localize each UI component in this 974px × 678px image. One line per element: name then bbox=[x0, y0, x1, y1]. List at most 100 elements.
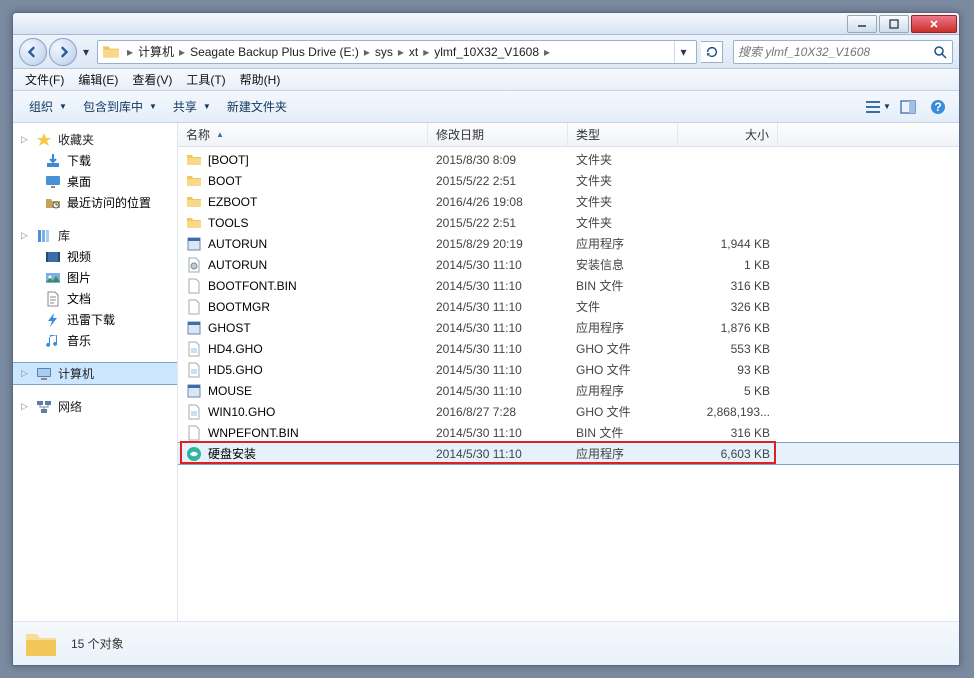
file-size: 2,868,193... bbox=[678, 405, 778, 419]
sidebar-item-pictures[interactable]: 图片 bbox=[13, 267, 177, 288]
file-name: BOOT bbox=[208, 174, 242, 188]
file-type: 应用程序 bbox=[568, 319, 678, 336]
title-bar[interactable] bbox=[13, 13, 959, 35]
file-row[interactable]: BOOT2015/5/22 2:51文件夹 bbox=[178, 170, 959, 191]
file-date: 2016/4/26 19:08 bbox=[428, 195, 568, 209]
back-button[interactable] bbox=[19, 38, 47, 66]
file-row[interactable]: WIN10.GHO2016/8/27 7:28GHO 文件2,868,193..… bbox=[178, 401, 959, 422]
file-type: GHO 文件 bbox=[568, 340, 678, 357]
column-headers: 名称▲ 修改日期 类型 大小 bbox=[178, 123, 959, 147]
refresh-button[interactable] bbox=[701, 41, 723, 63]
history-dropdown-icon[interactable]: ▾ bbox=[79, 41, 93, 63]
file-size: 326 KB bbox=[678, 300, 778, 314]
file-icon bbox=[186, 383, 202, 399]
file-name: 硬盘安装 bbox=[208, 445, 256, 462]
address-dropdown-icon[interactable]: ▾ bbox=[674, 41, 692, 63]
file-row[interactable]: [BOOT]2015/8/30 8:09文件夹 bbox=[178, 149, 959, 170]
file-type: GHO 文件 bbox=[568, 403, 678, 420]
file-type: 应用程序 bbox=[568, 382, 678, 399]
file-type: 文件 bbox=[568, 298, 678, 315]
file-type: 文件夹 bbox=[568, 172, 678, 189]
computer-icon bbox=[36, 366, 52, 382]
video-icon bbox=[45, 249, 61, 265]
file-icon bbox=[186, 404, 202, 420]
breadcrumb-item[interactable]: Seagate Backup Plus Drive (E:) bbox=[188, 45, 361, 59]
column-date[interactable]: 修改日期 bbox=[428, 123, 568, 146]
address-bar[interactable]: ▸ 计算机 ▸ Seagate Backup Plus Drive (E:) ▸… bbox=[97, 40, 697, 64]
file-row[interactable]: 硬盘安装2014/5/30 11:10应用程序6,603 KB bbox=[178, 443, 959, 464]
sidebar-group-libraries[interactable]: ▷ 库 bbox=[13, 225, 177, 246]
sidebar-item-downloads[interactable]: 下载 bbox=[13, 150, 177, 171]
breadcrumb-item[interactable]: ylmf_10X32_V1608 bbox=[432, 45, 541, 59]
file-date: 2014/5/30 11:10 bbox=[428, 300, 568, 314]
menu-view[interactable]: 查看(V) bbox=[126, 69, 178, 90]
file-row[interactable]: TOOLS2015/5/22 2:51文件夹 bbox=[178, 212, 959, 233]
collapse-icon: ▷ bbox=[21, 134, 30, 145]
nav-bar: ▾ ▸ 计算机 ▸ Seagate Backup Plus Drive (E:)… bbox=[13, 35, 959, 69]
menu-bar: 文件(F) 编辑(E) 查看(V) 工具(T) 帮助(H) bbox=[13, 69, 959, 91]
chevron-right-icon[interactable]: ▸ bbox=[176, 45, 188, 59]
breadcrumb-item[interactable]: 计算机 bbox=[136, 43, 176, 60]
chevron-right-icon[interactable]: ▸ bbox=[395, 45, 407, 59]
breadcrumb-item[interactable]: xt bbox=[407, 45, 420, 59]
close-button[interactable] bbox=[911, 15, 957, 33]
column-name[interactable]: 名称▲ bbox=[178, 123, 428, 146]
sidebar-item-label: 最近访问的位置 bbox=[67, 194, 151, 211]
file-row[interactable]: HD4.GHO2014/5/30 11:10GHO 文件553 KB bbox=[178, 338, 959, 359]
file-date: 2014/5/30 11:10 bbox=[428, 342, 568, 356]
file-icon bbox=[186, 299, 202, 315]
column-type[interactable]: 类型 bbox=[568, 123, 678, 146]
help-button[interactable]: ? bbox=[925, 96, 951, 118]
menu-help[interactable]: 帮助(H) bbox=[234, 69, 287, 90]
file-name: MOUSE bbox=[208, 384, 252, 398]
organize-button[interactable]: 组织▼ bbox=[21, 95, 75, 118]
menu-file[interactable]: 文件(F) bbox=[19, 69, 70, 90]
sidebar-group-favorites[interactable]: ▷ 收藏夹 bbox=[13, 129, 177, 150]
file-row[interactable]: AUTORUN2015/8/29 20:19应用程序1,944 KB bbox=[178, 233, 959, 254]
file-row[interactable]: AUTORUN2014/5/30 11:10安装信息1 KB bbox=[178, 254, 959, 275]
sidebar-label: 网络 bbox=[58, 398, 82, 415]
chevron-right-icon[interactable]: ▸ bbox=[541, 45, 553, 59]
sidebar-item-computer[interactable]: ▷ 计算机 bbox=[13, 363, 177, 384]
file-row[interactable]: GHOST2014/5/30 11:10应用程序1,876 KB bbox=[178, 317, 959, 338]
sidebar-item-videos[interactable]: 视频 bbox=[13, 246, 177, 267]
maximize-button[interactable] bbox=[879, 15, 909, 33]
svg-text:?: ? bbox=[934, 100, 941, 114]
chevron-right-icon[interactable]: ▸ bbox=[420, 45, 432, 59]
collapse-icon: ▷ bbox=[21, 401, 30, 412]
forward-button[interactable] bbox=[49, 38, 77, 66]
preview-pane-button[interactable] bbox=[895, 96, 921, 118]
search-input[interactable] bbox=[738, 45, 932, 59]
sidebar-item-music[interactable]: 音乐 bbox=[13, 330, 177, 351]
menu-tools[interactable]: 工具(T) bbox=[180, 69, 231, 90]
breadcrumb-item[interactable]: sys bbox=[373, 45, 395, 59]
include-library-button[interactable]: 包含到库中▼ bbox=[75, 95, 165, 118]
file-row[interactable]: MOUSE2014/5/30 11:10应用程序5 KB bbox=[178, 380, 959, 401]
view-options-button[interactable]: ▼ bbox=[865, 96, 891, 118]
minimize-button[interactable] bbox=[847, 15, 877, 33]
file-row[interactable]: BOOTMGR2014/5/30 11:10文件326 KB bbox=[178, 296, 959, 317]
file-row[interactable]: BOOTFONT.BIN2014/5/30 11:10BIN 文件316 KB bbox=[178, 275, 959, 296]
file-icon bbox=[186, 236, 202, 252]
file-row[interactable]: HD5.GHO2014/5/30 11:10GHO 文件93 KB bbox=[178, 359, 959, 380]
collapse-icon: ▷ bbox=[21, 368, 30, 379]
file-row[interactable]: EZBOOT2016/4/26 19:08文件夹 bbox=[178, 191, 959, 212]
file-date: 2015/8/30 8:09 bbox=[428, 153, 568, 167]
file-row[interactable]: WNPEFONT.BIN2014/5/30 11:10BIN 文件316 KB bbox=[178, 422, 959, 443]
menu-edit[interactable]: 编辑(E) bbox=[72, 69, 124, 90]
sidebar-item-thunder[interactable]: 迅雷下载 bbox=[13, 309, 177, 330]
desktop-icon bbox=[45, 174, 61, 190]
sidebar-item-label: 文档 bbox=[67, 290, 91, 307]
sidebar-item-desktop[interactable]: 桌面 bbox=[13, 171, 177, 192]
sidebar-item-recent[interactable]: 最近访问的位置 bbox=[13, 192, 177, 213]
column-size[interactable]: 大小 bbox=[678, 123, 778, 146]
sidebar-item-documents[interactable]: 文档 bbox=[13, 288, 177, 309]
file-date: 2015/8/29 20:19 bbox=[428, 237, 568, 251]
search-box[interactable] bbox=[733, 40, 953, 64]
sidebar-item-network[interactable]: ▷ 网络 bbox=[13, 396, 177, 417]
chevron-right-icon[interactable]: ▸ bbox=[361, 45, 373, 59]
share-button[interactable]: 共享▼ bbox=[165, 95, 219, 118]
sidebar-item-label: 音乐 bbox=[67, 332, 91, 349]
chevron-right-icon[interactable]: ▸ bbox=[124, 45, 136, 59]
new-folder-button[interactable]: 新建文件夹 bbox=[219, 95, 295, 118]
